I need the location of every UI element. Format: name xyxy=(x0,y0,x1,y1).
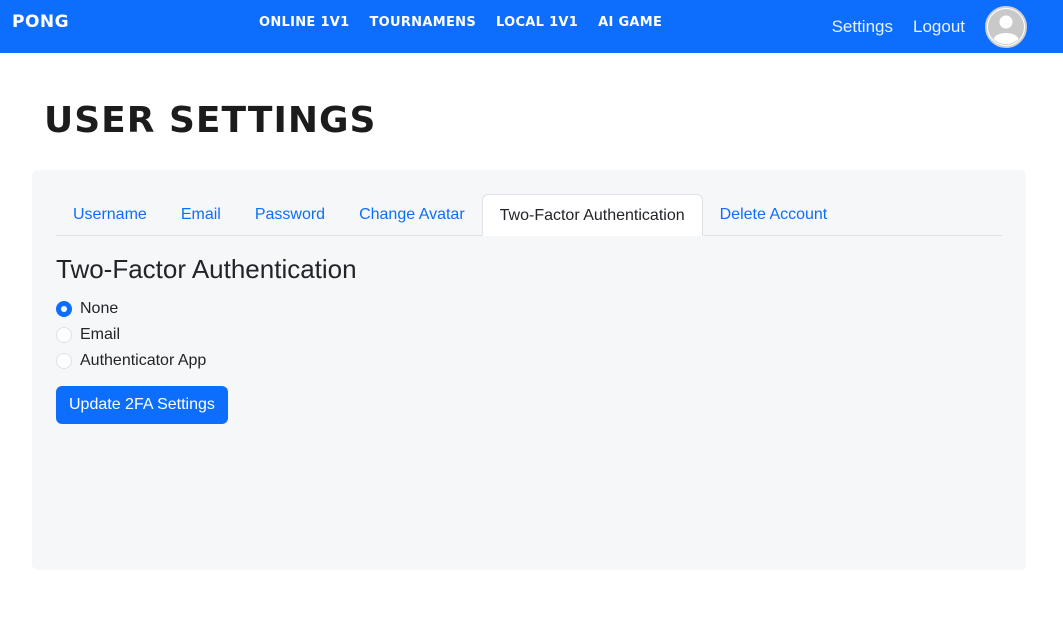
twofa-options: None Email Authenticator App xyxy=(56,296,206,374)
option-label: Authenticator App xyxy=(80,352,207,369)
tab-change-avatar[interactable]: Change Avatar xyxy=(342,194,482,236)
settings-link[interactable]: Settings xyxy=(832,17,893,37)
nav-ai-game[interactable]: AI GAME xyxy=(598,15,662,30)
option-authenticator-app[interactable]: Authenticator App xyxy=(56,348,206,374)
tab-two-factor-authentication[interactable]: Two-Factor Authentication xyxy=(481,194,703,236)
nav-local-1v1[interactable]: LOCAL 1V1 xyxy=(496,15,578,30)
nav-online-1v1[interactable]: ONLINE 1V1 xyxy=(259,15,350,30)
page-title: USER SETTINGS xyxy=(44,100,377,141)
logout-link[interactable]: Logout xyxy=(913,17,965,37)
nav-tournaments[interactable]: TOURNAMENS xyxy=(370,15,477,30)
top-navbar: PONG ONLINE 1V1 TOURNAMENS LOCAL 1V1 AI … xyxy=(0,0,1063,53)
option-label: None xyxy=(80,300,119,317)
tab-password[interactable]: Password xyxy=(238,194,342,236)
update-2fa-button[interactable]: Update 2FA Settings xyxy=(56,386,228,424)
option-none[interactable]: None xyxy=(56,296,206,322)
settings-tabs: Username Email Password Change Avatar Tw… xyxy=(56,194,1002,236)
option-email[interactable]: Email xyxy=(56,322,206,348)
radio-none[interactable] xyxy=(56,301,72,317)
radio-email[interactable] xyxy=(56,327,72,343)
brand-logo[interactable]: PONG xyxy=(12,12,69,32)
tab-email[interactable]: Email xyxy=(164,194,238,236)
avatar[interactable] xyxy=(985,5,1027,48)
user-avatar-icon xyxy=(988,8,1024,45)
nav-right: Settings Logout xyxy=(832,0,1063,53)
main-nav: ONLINE 1V1 TOURNAMENS LOCAL 1V1 AI GAME xyxy=(259,15,682,30)
tab-username[interactable]: Username xyxy=(56,194,164,236)
section-title: Two-Factor Authentication xyxy=(56,254,357,284)
tab-delete-account[interactable]: Delete Account xyxy=(703,194,845,236)
settings-panel: Username Email Password Change Avatar Tw… xyxy=(32,170,1026,570)
option-label: Email xyxy=(80,326,121,343)
radio-authenticator-app[interactable] xyxy=(56,353,72,369)
